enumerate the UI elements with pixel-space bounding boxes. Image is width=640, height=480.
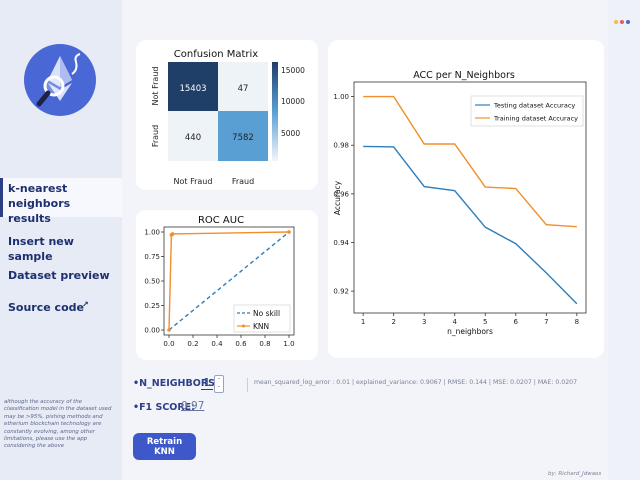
n-neighbors-input[interactable]: 1	[201, 376, 213, 390]
acc-y-tick-label: 1.00	[333, 93, 349, 101]
roc-chart: ROC AUC 0.0 0.2 0.4 0.6 0.8 1.0 0.00 0.25 0.50 0.…	[144, 215, 294, 348]
acc-x-tick-label: 7	[544, 318, 548, 326]
external-link-icon: ↗	[82, 300, 89, 309]
nav-item-label: Source code	[8, 301, 84, 314]
roc-y-tick-label: 0.00	[144, 327, 160, 335]
cm-value: 15403	[179, 84, 206, 94]
roc-y-tick-label: 1.00	[144, 229, 160, 237]
nav-item-source-code[interactable]: Source code ↗	[0, 300, 122, 315]
cm-y-label: Not Fraud	[151, 67, 160, 106]
decrement-icon[interactable]: -	[215, 383, 223, 390]
accuracy-chart: ACC per N_Neighbors 1.000.980.960.940.92…	[333, 70, 587, 336]
right-panel	[608, 0, 640, 480]
acc-x-tick-label: 2	[391, 318, 395, 326]
confusion-matrix-chart: Confusion Matrix 15403 47 440 7582 Not F…	[151, 49, 305, 186]
accuracy-card: ACC per N_Neighbors 1.00 0.98 0.96 0.94 0.92…	[328, 40, 604, 358]
knn-roc-point	[170, 232, 175, 236]
acc-x-tick-label: 8	[575, 318, 579, 326]
author-credit: by: Richard_Jdwaos	[548, 471, 602, 477]
cm-value: 47	[238, 84, 249, 94]
acc-y-tick-label: 0.98	[333, 142, 349, 150]
acc-xlabel: n_neighbors	[447, 327, 493, 336]
roc-x-tick-label: 0.6	[235, 340, 247, 348]
increment-icon[interactable]: -	[215, 375, 223, 382]
roc-legend-label: KNN	[253, 322, 269, 331]
roc-y-tick-label: 0.25	[144, 302, 160, 310]
nav-item-label: k-nearest neighbors	[8, 182, 71, 210]
roc-card: ROC AUC 0.0 0.2 0.4 0.6 0.8 1.0 0.00 0.25 0.50 0.…	[136, 210, 318, 360]
roc-x-tick-label: 0.2	[187, 340, 198, 348]
roc-x-tick-label: 0.0	[163, 340, 174, 348]
cm-x-label: Not Fraud	[174, 177, 213, 186]
nav-item-insert-sample[interactable]: Insert new sample	[0, 234, 122, 264]
cm-x-label: Fraud	[232, 177, 254, 186]
acc-title: ACC per N_Neighbors	[413, 70, 515, 81]
knn-roc-point	[167, 328, 171, 332]
testing-accuracy-line	[363, 145, 578, 305]
cm-colorbar-tick: 5000	[281, 129, 300, 138]
nav-item-label: Insert new sample	[8, 235, 74, 263]
acc-x-tick-label: 5	[483, 318, 487, 326]
cm-colorbar-tick: 10000	[281, 97, 305, 106]
cm-value: 440	[185, 133, 201, 143]
retrain-knn-button[interactable]: Retrain KNN	[133, 433, 196, 460]
knn-roc-point	[287, 230, 291, 234]
n-neighbors-stepper[interactable]: - -	[214, 375, 224, 393]
f1-score-value: 0.97	[181, 400, 205, 412]
roc-y-tick-label: 0.50	[144, 278, 160, 286]
acc-y-tick-label: 0.92	[333, 288, 349, 296]
app-logo	[24, 44, 96, 116]
cm-value: 7582	[232, 133, 254, 143]
roc-y-tick-label: 0.75	[144, 253, 160, 261]
legend-marker-knn	[242, 324, 245, 328]
cm-colorbar-tick: 15000	[281, 66, 305, 75]
acc-x-tick-label: 3	[422, 318, 426, 326]
acc-x-tick-label: 6	[514, 318, 519, 326]
acc-legend-label: Training dataset Accuracy	[493, 115, 578, 123]
yellow-dot-icon	[614, 20, 618, 24]
roc-x-tick-label: 1.0	[283, 340, 294, 348]
cm-colorbar	[272, 62, 278, 161]
acc-legend-label: Testing dataset Accuracy	[493, 102, 575, 110]
roc-x-tick-label: 0.8	[259, 340, 270, 348]
nav-item-knn-results[interactable]: k-nearest neighbors results	[0, 178, 125, 225]
nav-item-label: Dataset preview	[8, 269, 110, 282]
blue-dot-icon	[626, 20, 630, 24]
cm-title: Confusion Matrix	[174, 49, 258, 60]
confusion-matrix-card: Confusion Matrix 15403 47 440 7582 Not F…	[136, 40, 318, 190]
sidebar: k-nearest neighbors results Insert new s…	[0, 0, 125, 480]
acc-x-tick-label: 1	[361, 318, 365, 326]
acc-ylabel: Accuracy	[333, 180, 342, 215]
cm-y-label: Fraud	[151, 125, 160, 147]
red-dot-icon	[620, 20, 624, 24]
nav-item-label: results	[8, 212, 51, 225]
ethereum-magnifier-icon	[36, 53, 81, 107]
acc-x-tick-label: 4	[453, 318, 458, 326]
roc-legend-label: No skill	[253, 309, 280, 318]
disclaimer-note: although the accuracy of the classificat…	[4, 399, 112, 450]
roc-title: ROC AUC	[198, 215, 244, 226]
roc-x-tick-label: 0.4	[211, 340, 223, 348]
nav-item-dataset-preview[interactable]: Dataset preview	[0, 268, 122, 283]
window-dots	[614, 9, 632, 28]
error-metrics: mean_squared_log_error : 0.01 | explaine…	[247, 378, 577, 392]
acc-y-tick-label: 0.94	[333, 239, 349, 247]
